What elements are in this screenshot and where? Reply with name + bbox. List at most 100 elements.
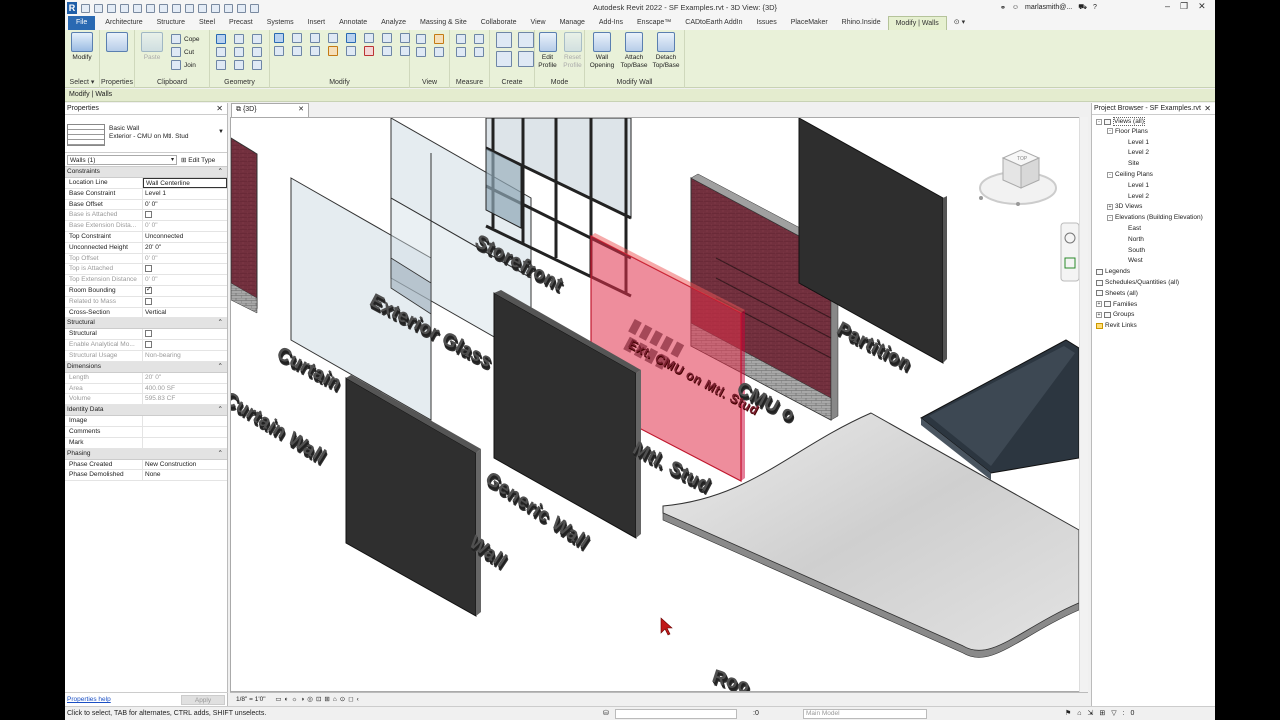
tab-steel[interactable]: Steel [192,16,222,30]
create-assembly-icon[interactable] [496,32,512,48]
tree-item[interactable]: - Views (all) [1096,117,1145,126]
tree-item[interactable]: - Elevations (Building Elevation) [1107,214,1203,221]
rotate-icon[interactable] [382,33,392,43]
instance-filter-dropdown[interactable]: Walls (1) ▾ [67,155,177,165]
user-icon[interactable]: ☺ [1012,4,1019,11]
collapse-icon[interactable]: ⌃ [218,362,223,372]
tab-cadtoearth-addin[interactable]: CADtoEarth AddIn [678,16,749,30]
property-value[interactable]: Level 1 [143,189,227,199]
remove-paint-icon[interactable] [234,60,244,70]
create-parts-icon[interactable] [518,32,534,48]
group-structural[interactable]: Structural ⌃ [65,318,227,330]
expand-icon[interactable]: + [1107,203,1113,210]
expand-icon[interactable]: + [1096,311,1102,318]
property-value[interactable]: New Construction [143,460,227,470]
tree-item[interactable]: Schedules/Quantities (all) [1096,279,1179,286]
mirror-draw-icon[interactable] [328,33,338,43]
tab-view[interactable]: View [524,16,553,30]
close-hidden-icon[interactable] [237,3,246,13]
group-phasing[interactable]: Phasing ⌃ [65,448,227,460]
move-icon[interactable] [346,33,356,43]
cope-button[interactable]: Cope [171,34,200,44]
redo-icon[interactable] [133,3,142,13]
edit-profile-button[interactable]: Edit Profile [535,32,560,70]
reset-profile-button[interactable]: Reset Profile [560,32,585,70]
tree-item[interactable]: North [1118,236,1144,243]
aligned-dimension-icon[interactable] [456,47,466,57]
navigation-bar[interactable] [1060,222,1080,282]
modify-button[interactable]: Modify [67,32,97,62]
open-icon[interactable] [81,3,90,13]
undo-icon[interactable] [120,3,129,13]
offset-icon[interactable] [292,33,302,43]
tree-item[interactable]: Level 1 [1118,139,1149,146]
unjoin-icon[interactable] [216,60,226,70]
sync-icon[interactable] [107,3,116,13]
3d-viewport[interactable]: TOP Storefront Exterior Glass Curtain Cu… [230,117,1088,692]
collapse-icon[interactable]: - [1096,118,1102,125]
tree-item[interactable]: + Groups [1096,311,1134,318]
property-value[interactable]: Unconnected [143,232,227,242]
tree-item[interactable]: West [1118,257,1143,264]
tree-item[interactable]: Sheets (all) [1096,290,1138,297]
unpin-icon[interactable] [346,46,356,56]
restore-icon[interactable]: ❐ [1180,1,1188,12]
hide-icon[interactable] [416,34,426,44]
join-button[interactable]: Join [171,60,196,70]
tree-item[interactable]: Level 2 [1118,149,1149,156]
property-value[interactable]: 20' 0" [143,243,227,253]
collapse-icon[interactable]: - [1107,214,1113,221]
paste-button[interactable]: Paste [137,32,167,62]
property-value[interactable] [143,438,227,448]
text-icon[interactable] [198,3,207,13]
property-value[interactable] [143,427,227,437]
collapse-icon[interactable]: ⌃ [218,167,223,177]
tree-item[interactable]: Level 2 [1118,193,1149,200]
property-checkbox[interactable] [145,330,152,338]
measure-icon[interactable] [159,3,168,13]
viewcube[interactable]: TOP [979,149,1057,206]
properties-help-link[interactable]: Properties help [67,696,111,703]
property-value[interactable]: Wall Centerline [143,178,227,188]
wall-profile-icon[interactable] [252,60,262,70]
section-icon[interactable] [224,3,233,13]
selection-filter-icons[interactable]: ⚑⌂⇲⊞▽:0 [1065,707,1140,720]
cart-icon[interactable]: ⛟ [1078,3,1087,12]
close-icon[interactable]: ✕ [1204,103,1211,115]
select-dropdown[interactable]: Select ▾ [65,78,99,86]
tab-systems[interactable]: Systems [260,16,301,30]
property-value[interactable]: 0' 0" [143,200,227,210]
tab-analyze[interactable]: Analyze [374,16,413,30]
property-value[interactable]: None [143,470,227,480]
switch-windows-icon[interactable] [250,3,259,13]
tree-item[interactable]: Site [1118,160,1139,167]
tab-annotate[interactable]: Annotate [332,16,374,30]
tab-issues[interactable]: Issues [749,16,783,30]
override-graphics-icon[interactable] [416,47,426,57]
revit-logo[interactable]: R [67,2,77,14]
paint-icon[interactable] [252,34,262,44]
split-face-icon[interactable] [234,34,244,44]
tree-item[interactable]: South [1118,247,1145,254]
close-icon[interactable]: ✕ [1198,1,1206,12]
lightbulb-icon[interactable] [434,34,444,44]
tab-collaborate[interactable]: Collaborate [474,16,524,30]
dimension-icon[interactable] [172,3,181,13]
measure-distance-icon[interactable] [456,34,466,44]
properties-button[interactable] [102,32,132,54]
tree-item[interactable]: - Ceiling Plans [1107,171,1153,178]
close-icon[interactable]: ✕ [216,103,223,115]
angular-dimension-icon[interactable] [474,47,484,57]
tab-structure[interactable]: Structure [150,16,192,30]
tab-modify-walls[interactable]: Modify | Walls [887,16,947,30]
tab-file[interactable]: File [68,16,96,30]
tree-item[interactable]: Level 1 [1118,182,1149,189]
join-geometry-icon[interactable] [234,47,244,57]
tree-item[interactable]: Legends [1096,268,1130,275]
close-icon[interactable]: ✕ [298,104,304,116]
left-edge-wall[interactable] [231,137,258,314]
wall-opening-button[interactable]: Wall Opening [587,32,617,70]
vertical-scrollbar[interactable] [1079,117,1088,692]
collapse-icon[interactable]: - [1107,171,1113,178]
tab-placemaker[interactable]: PlaceMaker [784,16,835,30]
